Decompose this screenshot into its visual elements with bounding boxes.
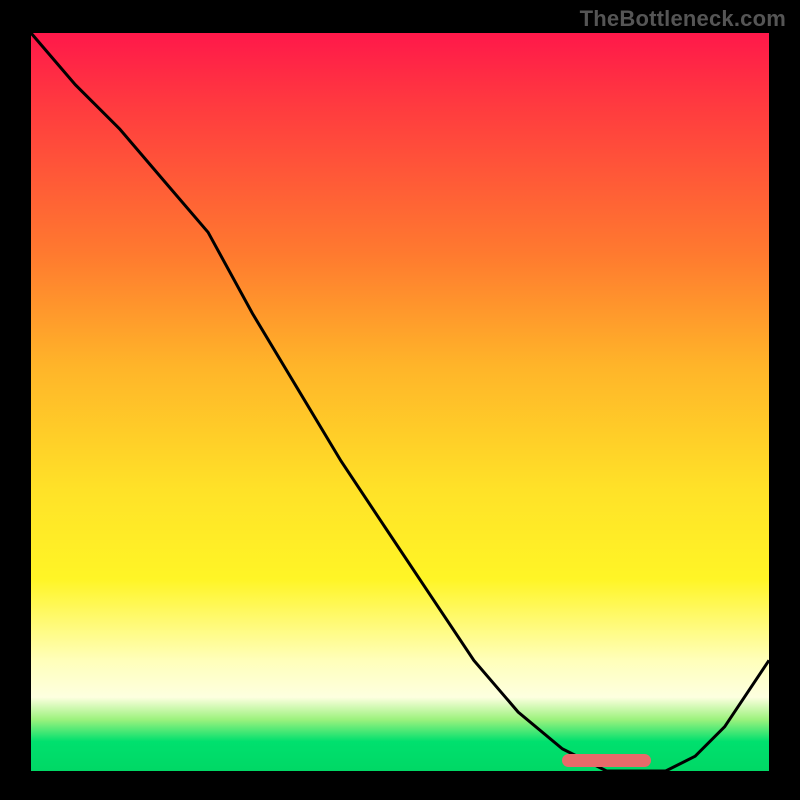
chart-root: TheBottleneck.com — [0, 0, 800, 800]
plot-area — [31, 33, 769, 771]
curve-svg — [31, 33, 769, 771]
watermark-text: TheBottleneck.com — [580, 6, 786, 32]
optimum-marker — [562, 754, 651, 767]
bottleneck-curve-path — [31, 33, 769, 771]
